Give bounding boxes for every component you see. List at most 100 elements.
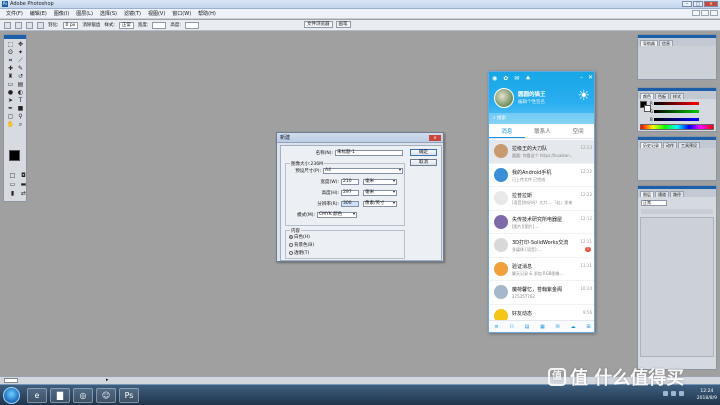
screen-mode-fullscreen-icon[interactable]: ▮: [8, 190, 17, 197]
foreground-color-swatch[interactable]: [9, 150, 20, 161]
move-tool-icon[interactable]: ✥: [16, 41, 25, 48]
qq-conversation-item[interactable]: 我的Android手机 已上传文件 已完成 12:22: [489, 164, 594, 187]
qq-user-avatar[interactable]: [494, 88, 514, 108]
magic-wand-tool-icon[interactable]: ✦: [16, 49, 25, 56]
tab-brushes[interactable]: 画笔: [335, 21, 351, 28]
type-tool-icon[interactable]: T: [16, 97, 25, 104]
menu-layer[interactable]: 图层(L): [76, 10, 93, 17]
qq-conversation-item[interactable]: 验证消息 聊天记录 & 添加 RGB图像… 11:11: [489, 258, 594, 281]
qq-game-icon[interactable]: ♠: [525, 75, 530, 82]
doc-close-button[interactable]: [710, 10, 718, 16]
style-select[interactable]: 正常: [118, 21, 134, 29]
marquee-tool-icon[interactable]: ⬚: [6, 41, 15, 48]
qq-conversation-item[interactable]: 3D打印-SolidWorks交流 多媒体 [语音]:… 12:11 2: [489, 234, 594, 258]
tray-network-icon[interactable]: [663, 391, 668, 396]
pen-tool-icon[interactable]: ✒: [6, 105, 15, 112]
feather-input[interactable]: 0 px: [62, 21, 79, 29]
lasso-tool-icon[interactable]: ʘ: [6, 49, 15, 56]
slice-tool-icon[interactable]: ⟋: [16, 57, 25, 64]
file-icon[interactable]: ▤: [525, 324, 530, 330]
history-brush-tool-icon[interactable]: ↺: [16, 73, 25, 80]
hand-tool-icon[interactable]: ✋: [6, 121, 15, 128]
menu-filter[interactable]: 滤镜(T): [124, 10, 141, 17]
menu-help[interactable]: 帮助(H): [198, 10, 216, 17]
gradient-tool-icon[interactable]: ▤: [16, 81, 25, 88]
minimize-button[interactable]: –: [682, 1, 692, 7]
resolution-input[interactable]: 300: [341, 201, 359, 207]
taskbar-chrome-icon[interactable]: ◎: [73, 388, 93, 403]
width-unit-select[interactable]: 毫米: [363, 179, 397, 185]
qq-logo-icon[interactable]: ◉: [492, 75, 497, 82]
app-icon[interactable]: ▦: [540, 324, 545, 330]
menu-image[interactable]: 图像(I): [54, 10, 69, 17]
tab-qzone[interactable]: 空间: [560, 125, 594, 138]
qq-search-input[interactable]: ⌕ 搜索: [489, 113, 594, 124]
name-input[interactable]: 未标题-1: [335, 150, 403, 156]
cancel-button[interactable]: 取消: [410, 159, 437, 166]
mail-icon[interactable]: ✉: [556, 324, 560, 330]
tray-volume-icon[interactable]: [671, 391, 676, 396]
qq-skin-icon[interactable]: ✿: [503, 75, 508, 82]
zoom-field[interactable]: [4, 378, 18, 383]
antialias-checkbox[interactable]: 消除锯齿: [82, 22, 100, 28]
qq-close-button[interactable]: ✕: [588, 74, 593, 81]
tab-messages[interactable]: 消息: [489, 125, 525, 138]
green-slider[interactable]: G: [650, 109, 704, 114]
qq-minimize-button[interactable]: –: [580, 74, 583, 81]
app-manager-icon[interactable]: ⊞: [586, 324, 590, 330]
qq-mail-icon[interactable]: ✉: [514, 75, 519, 82]
qq-nickname[interactable]: 圆圆的猫王: [518, 90, 546, 98]
menu-select[interactable]: 选择(S): [100, 10, 117, 17]
menu-view[interactable]: 视图(V): [148, 10, 165, 17]
qq-conversation-item[interactable]: 拉普拉斯 [语音]你好吗？大刀… 「幻」发来 12:22: [489, 187, 594, 211]
taskbar-clock[interactable]: 12:24 2018/8/9: [697, 388, 717, 402]
blue-slider[interactable]: B: [650, 117, 704, 122]
menu-icon[interactable]: ≡: [494, 324, 498, 330]
height-input[interactable]: [184, 21, 199, 29]
screen-mode-standard-icon[interactable]: ▭: [8, 181, 17, 188]
selection-subtract-icon[interactable]: [37, 21, 44, 29]
blur-tool-icon[interactable]: ●: [6, 89, 15, 96]
taskbar-explorer-icon[interactable]: ▇: [50, 388, 70, 403]
screen-mode-full-icon[interactable]: ▬: [19, 181, 28, 188]
qq-signature[interactable]: 编辑个性签名: [518, 99, 545, 105]
content-bgcolor-radio[interactable]: 背景色(B): [289, 242, 314, 248]
doc-restore-button[interactable]: [701, 10, 709, 16]
shape-tool-icon[interactable]: ■: [16, 105, 25, 112]
tab-contacts[interactable]: 联系人: [525, 125, 561, 138]
taskbar-ie-icon[interactable]: e: [27, 388, 47, 403]
cloud-icon[interactable]: ☁: [571, 324, 576, 330]
taskbar-photoshop-icon[interactable]: Ps: [119, 388, 139, 403]
selection-add-icon[interactable]: [26, 21, 33, 29]
menu-window[interactable]: 窗口(W): [172, 10, 191, 17]
ok-button[interactable]: 确定: [410, 149, 437, 156]
dialog-close-button[interactable]: ✕: [429, 135, 441, 141]
color-ramp[interactable]: [640, 124, 714, 130]
selection-new-icon[interactable]: [15, 21, 22, 29]
tab-file-browser[interactable]: 文件浏览器: [304, 21, 333, 28]
width-input[interactable]: [152, 21, 167, 29]
red-slider[interactable]: R: [650, 101, 704, 106]
mode-select[interactable]: CMYK 颜色: [317, 212, 357, 218]
doc-minimize-button[interactable]: [692, 10, 700, 16]
tool-preset-icon[interactable]: [4, 21, 11, 29]
jump-to-imageready-icon[interactable]: ⇄: [19, 190, 28, 197]
maximize-button[interactable]: □: [693, 1, 703, 7]
height-unit-select[interactable]: 毫米: [363, 190, 397, 196]
height-input[interactable]: 297: [341, 190, 359, 196]
menu-file[interactable]: 文件(F): [6, 10, 23, 17]
blend-mode-select[interactable]: 正常: [641, 200, 667, 206]
weather-sun-icon[interactable]: ☀: [577, 88, 590, 104]
qq-conversation-item[interactable]: 魔荷馨忆，苍翰紫金阁 275357762 10:24: [489, 281, 594, 305]
resolution-unit-select[interactable]: 像素/英寸: [363, 201, 397, 207]
content-transparent-radio[interactable]: 透明(T): [289, 250, 309, 256]
add-contact-icon[interactable]: ⚇: [509, 324, 513, 330]
start-button[interactable]: [3, 387, 20, 404]
healing-brush-tool-icon[interactable]: ✚: [6, 65, 15, 72]
eraser-tool-icon[interactable]: ▭: [6, 81, 15, 88]
preset-select[interactable]: A4: [323, 168, 403, 174]
quickmask-mode-icon[interactable]: ◘: [19, 172, 28, 179]
close-button[interactable]: ✕: [704, 1, 718, 7]
taskbar-qq-icon[interactable]: ☺: [96, 388, 116, 403]
status-arrow-icon[interactable]: ▸: [106, 377, 109, 383]
